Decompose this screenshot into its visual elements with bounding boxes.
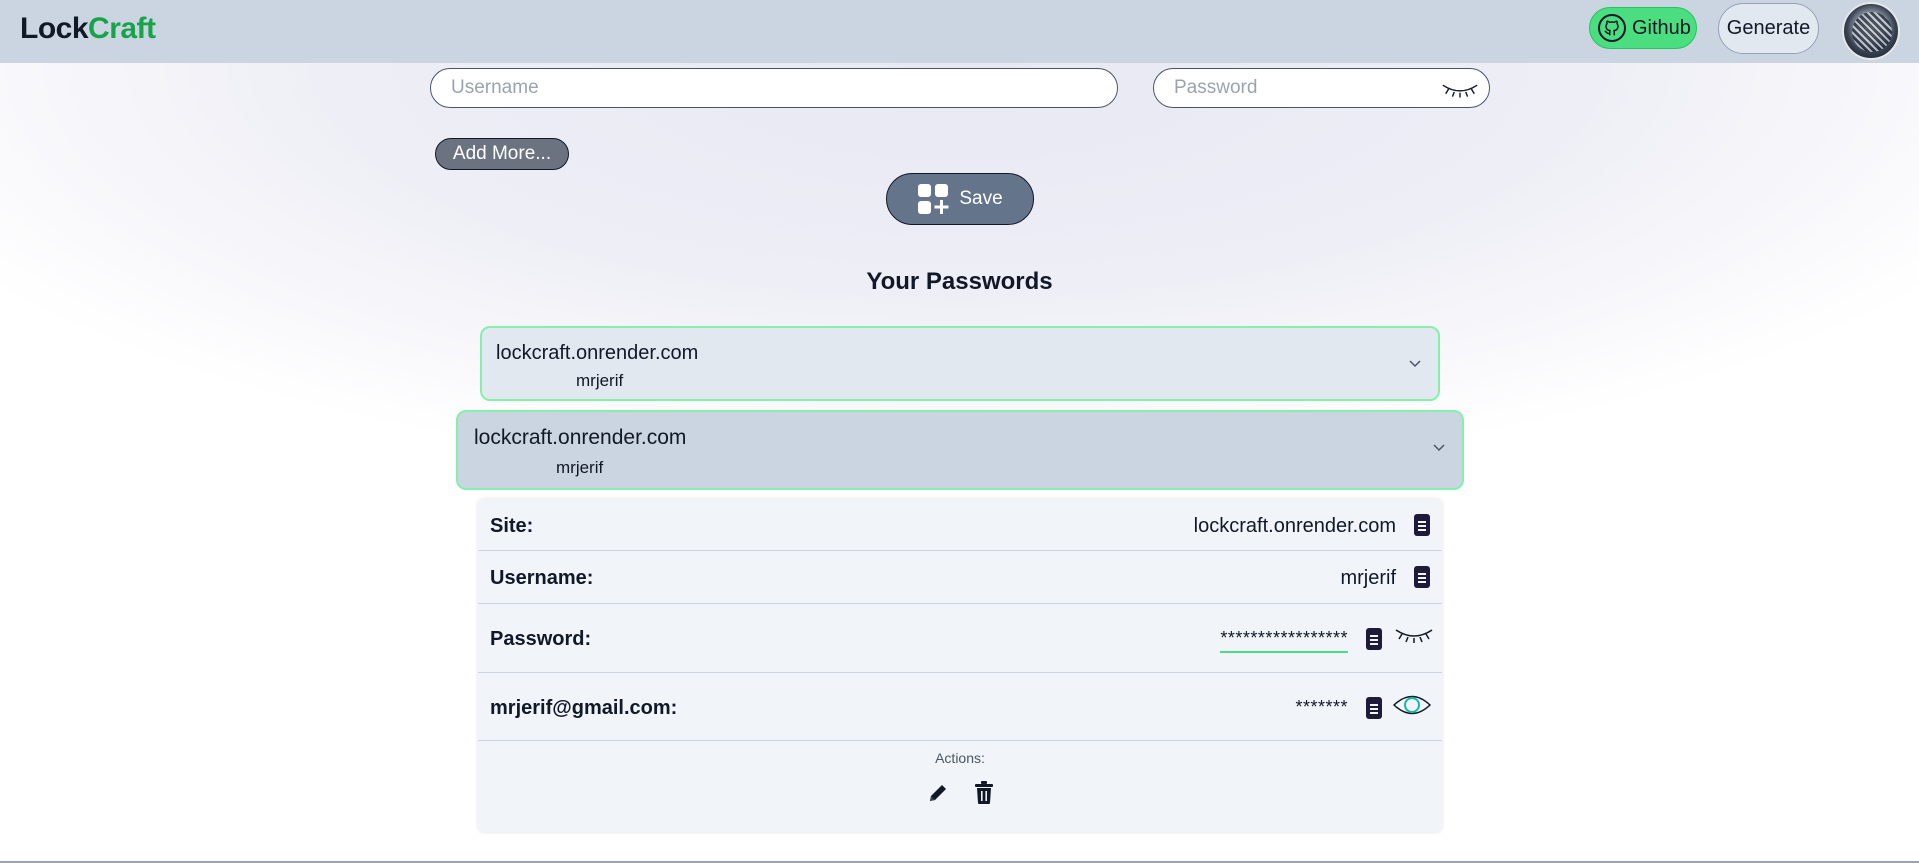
actions-label: Actions:	[935, 750, 985, 766]
github-icon	[1598, 14, 1626, 42]
chevron-down-icon[interactable]	[1408, 356, 1422, 370]
password-placeholder: Password	[1174, 77, 1258, 98]
copy-icon[interactable]	[1366, 697, 1382, 719]
generate-label: Generate	[1726, 17, 1811, 39]
detail-row-site: Site: lockcraft.onrender.com	[478, 499, 1442, 551]
save-grid-icon	[918, 184, 949, 214]
save-button[interactable]: Save	[886, 173, 1034, 225]
username-placeholder: Username	[451, 77, 539, 98]
chevron-down-icon[interactable]	[1432, 440, 1446, 454]
password-entry-card-expanded[interactable]: lockcraft.onrender.com mrjerif	[456, 410, 1464, 490]
password-value: *****************	[1220, 628, 1348, 653]
add-more-button[interactable]: Add More...	[435, 138, 569, 170]
entry-username: mrjerif	[556, 458, 604, 477]
edit-icon[interactable]	[927, 782, 949, 804]
site-value: lockcraft.onrender.com	[1193, 515, 1396, 537]
logo-craft-text: Craft	[88, 12, 156, 45]
detail-row-extra-field: mrjerif@gmail.com: *******	[478, 673, 1442, 741]
eye-open-icon[interactable]	[1392, 690, 1432, 720]
password-entry-card[interactable]: lockcraft.onrender.com mrjerif	[480, 326, 1440, 401]
entry-site: lockcraft.onrender.com	[474, 426, 687, 449]
delete-icon[interactable]	[973, 781, 995, 805]
generate-button[interactable]: Generate	[1718, 3, 1819, 54]
save-label: Save	[959, 188, 1003, 209]
eye-closed-icon[interactable]	[1394, 624, 1434, 646]
main-content: Username Password Add More... Save Your …	[0, 63, 1919, 863]
eye-closed-icon[interactable]	[1441, 79, 1479, 99]
avatar-image	[1852, 12, 1892, 52]
logo-lock-text: Lock	[20, 12, 89, 45]
entry-site: lockcraft.onrender.com	[496, 342, 699, 364]
app-logo[interactable]: LockCraft	[20, 12, 156, 46]
add-more-label: Add More...	[452, 143, 552, 164]
github-label: Github	[1632, 16, 1691, 39]
copy-icon[interactable]	[1414, 514, 1430, 536]
detail-row-username: Username: mrjerif	[478, 551, 1442, 604]
extra-field-label: mrjerif@gmail.com:	[490, 697, 678, 719]
copy-icon[interactable]	[1414, 566, 1430, 588]
your-passwords-heading: Your Passwords	[866, 268, 1053, 295]
username-value: mrjerif	[1340, 567, 1396, 589]
github-button[interactable]: Github	[1589, 7, 1697, 49]
extra-field-value: *******	[1295, 697, 1348, 717]
entry-username: mrjerif	[576, 371, 624, 390]
avatar[interactable]	[1842, 2, 1900, 60]
navbar: LockCraft Github Generate	[0, 0, 1919, 63]
detail-row-password: Password: *****************	[478, 604, 1442, 673]
site-label: Site:	[490, 515, 534, 537]
entry-details-panel: Site: lockcraft.onrender.com Username: m…	[478, 499, 1442, 832]
password-input[interactable]: Password	[1153, 68, 1490, 108]
username-input[interactable]: Username	[430, 68, 1118, 108]
username-label: Username:	[490, 567, 594, 589]
password-label: Password:	[490, 628, 592, 650]
copy-icon[interactable]	[1366, 628, 1382, 650]
